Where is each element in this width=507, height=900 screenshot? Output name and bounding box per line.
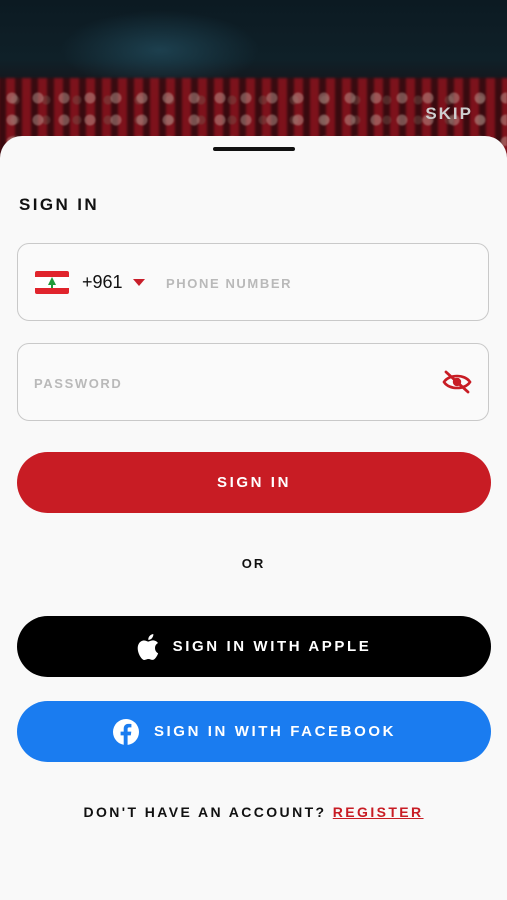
facebook-button-label: SIGN IN WITH FACEBOOK: [153, 723, 397, 740]
register-link[interactable]: REGISTER: [333, 804, 424, 820]
country-code-label[interactable]: +961: [82, 272, 123, 293]
or-divider: OR: [241, 556, 266, 571]
facebook-icon: [112, 718, 140, 746]
phone-number-input[interactable]: [166, 273, 466, 293]
register-prompt: DON'T HAVE AN ACCOUNT? REGISTER: [0, 804, 507, 820]
sign-in-button-label: SIGN IN: [216, 474, 292, 491]
register-prompt-text: DON'T HAVE AN ACCOUNT?: [83, 804, 327, 820]
chevron-down-icon[interactable]: [133, 279, 145, 286]
signin-sheet: SIGN IN +961 SIGN IN OR: [0, 136, 507, 900]
sign-in-with-apple-button[interactable]: SIGN IN WITH APPLE: [17, 616, 491, 677]
password-field: [17, 343, 489, 421]
page-title: SIGN IN: [19, 195, 100, 214]
phone-field: +961: [17, 243, 489, 321]
sign-in-with-facebook-button[interactable]: SIGN IN WITH FACEBOOK: [17, 701, 491, 762]
sign-in-button[interactable]: SIGN IN: [17, 452, 491, 513]
apple-icon: [137, 633, 159, 660]
eye-slash-icon[interactable]: [442, 369, 472, 400]
sheet-grabber-handle[interactable]: [213, 147, 295, 151]
password-input[interactable]: [34, 373, 414, 393]
lebanon-flag-icon[interactable]: [35, 271, 69, 294]
apple-button-label: SIGN IN WITH APPLE: [172, 638, 372, 655]
skip-button[interactable]: SKIP: [425, 104, 473, 124]
